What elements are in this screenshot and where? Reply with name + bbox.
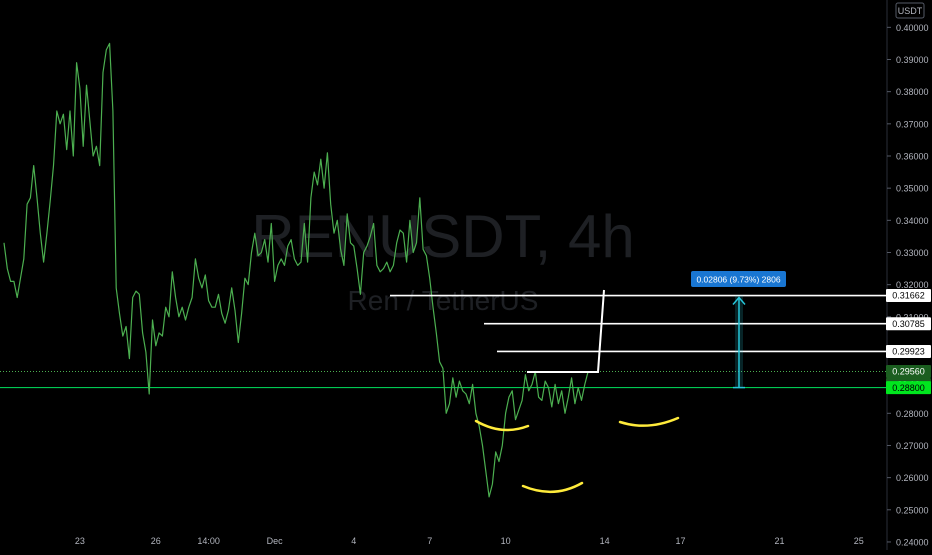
time-tick-label: 21 (774, 536, 784, 546)
price-tick-label: 0.40000 (896, 23, 929, 33)
time-tick-label: 25 (854, 536, 864, 546)
price-tick-label: 0.28000 (896, 409, 929, 419)
price-label: 0.29560 (892, 367, 925, 377)
price-tick-label: 0.32000 (896, 280, 929, 290)
time-tick-label: 7 (427, 536, 432, 546)
price-tick-label: 0.24000 (896, 537, 929, 547)
currency-badge-label: USDT (898, 6, 923, 16)
price-tick-label: 0.26000 (896, 473, 929, 483)
price-tick-label: 0.34000 (896, 216, 929, 226)
time-tick-label: 10 (501, 536, 511, 546)
price-chart[interactable]: RENUSDT, 4h Ren / TetherUS 0.02806 (9.73… (0, 0, 932, 550)
price-tick-label: 0.36000 (896, 151, 929, 161)
time-tick-label: 14 (600, 536, 610, 546)
watermark-description: Ren / TetherUS (348, 285, 539, 316)
time-tick-label: 23 (75, 536, 85, 546)
time-tick-label: Dec (267, 536, 284, 546)
price-tick-label: 0.37000 (896, 119, 929, 129)
price-tick-label: 0.33000 (896, 248, 929, 258)
price-label: 0.31662 (892, 291, 925, 301)
price-tick-label: 0.39000 (896, 55, 929, 65)
price-label: 0.30785 (892, 319, 925, 329)
price-tick-label: 0.38000 (896, 87, 929, 97)
time-tick-label: 4 (351, 536, 356, 546)
time-tick-label: 14:00 (197, 536, 220, 546)
time-tick-label: 17 (675, 536, 685, 546)
price-tick-label: 0.25000 (896, 505, 929, 515)
price-label: 0.29923 (892, 347, 925, 357)
price-tick-label: 0.27000 (896, 441, 929, 451)
measure-label: 0.02806 (9.73%) 2806 (696, 275, 780, 285)
price-label: 0.28800 (892, 383, 925, 393)
price-tick-label: 0.35000 (896, 184, 929, 194)
chart-background (0, 0, 932, 550)
chart-area[interactable]: RENUSDT, 4h Ren / TetherUS 0.02806 (9.73… (0, 0, 932, 550)
time-tick-label: 26 (151, 536, 161, 546)
